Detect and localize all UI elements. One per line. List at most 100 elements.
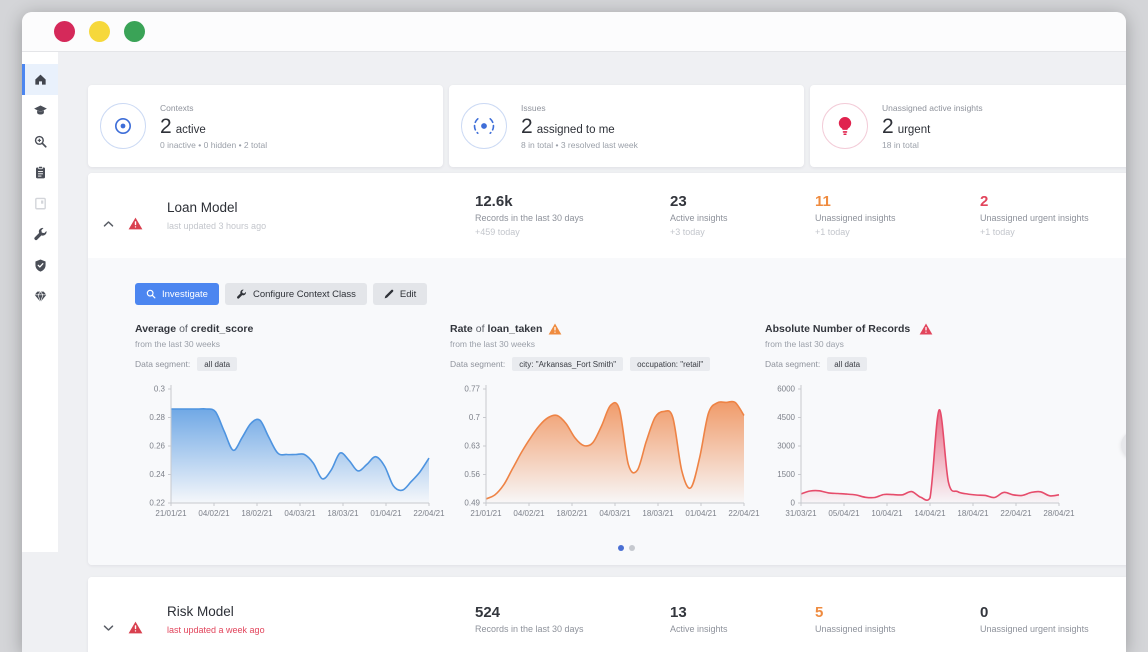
data-segment-row: Data segment: city: "Arkansas_Fort Smith…: [450, 357, 750, 371]
svg-text:0.26: 0.26: [149, 442, 165, 451]
model-updated: last updated 3 hours ago: [167, 221, 266, 231]
chart-subtitle: from the last 30 weeks: [135, 339, 435, 349]
summary-cards-row: Contexts 2active 0 inactive • 0 hidden •…: [88, 85, 1126, 167]
chart-subtitle: from the last 30 days: [765, 339, 1065, 349]
svg-text:31/03/21: 31/03/21: [785, 509, 817, 518]
card-value: 2assigned to me: [521, 116, 638, 137]
collapse-chevron-up[interactable]: [103, 215, 114, 233]
segment-chip[interactable]: all data: [827, 357, 867, 371]
contexts-card[interactable]: Contexts 2active 0 inactive • 0 hidden •…: [88, 85, 443, 167]
svg-text:05/04/21: 05/04/21: [828, 509, 860, 518]
edit-button[interactable]: Edit: [373, 283, 427, 305]
svg-text:0.3: 0.3: [154, 385, 166, 394]
svg-text:0.22: 0.22: [149, 499, 165, 508]
pagination-dot[interactable]: [618, 545, 624, 551]
svg-text:01/04/21: 01/04/21: [685, 509, 717, 518]
records-stat: 12.6k Records in the last 30 days +459 t…: [475, 194, 670, 237]
svg-text:1500: 1500: [777, 470, 795, 479]
data-segment-row: Data segment: all data: [135, 357, 435, 371]
svg-text:21/01/21: 21/01/21: [155, 509, 187, 518]
issues-card[interactable]: Issues 2assigned to me 8 in total • 3 re…: [449, 85, 804, 167]
sidebar: [22, 52, 58, 552]
svg-text:18/02/21: 18/02/21: [241, 509, 273, 518]
chart-title: Average of credit_score: [135, 323, 435, 335]
sidebar-item-security[interactable]: [22, 250, 58, 281]
search-plus-icon: [33, 134, 48, 149]
configure-context-class-button[interactable]: Configure Context Class: [225, 283, 367, 305]
card-value: 2urgent: [882, 116, 983, 137]
svg-text:22/04/21: 22/04/21: [728, 509, 760, 518]
chart-title: Rate of loan_taken: [450, 323, 750, 335]
sidebar-item-home[interactable]: [22, 64, 58, 95]
target-icon: [100, 103, 146, 149]
wrench-icon: [33, 227, 48, 242]
card-subtext: 0 inactive • 0 hidden • 2 total: [160, 140, 267, 150]
risk-model-header: Risk Model last updated a week ago 524 R…: [88, 577, 1126, 652]
active-insights-stat: 23 Active insights +3 today: [670, 194, 815, 237]
close-window-button[interactable]: [54, 21, 75, 42]
actions-row: Investigate Configure Context Class Edit: [88, 283, 1126, 305]
svg-text:0.63: 0.63: [464, 442, 480, 451]
maximize-window-button[interactable]: [124, 21, 145, 42]
app-window: Contexts 2active 0 inactive • 0 hidden •…: [22, 12, 1126, 652]
sidebar-item-explore[interactable]: [22, 126, 58, 157]
wrench-icon: [236, 289, 247, 300]
svg-text:01/04/21: 01/04/21: [370, 509, 402, 518]
library-icon: [33, 196, 48, 211]
records-stat: 524 Records in the last 30 days: [475, 605, 670, 634]
loan-model-section: Loan Model last updated 3 hours ago 12.6…: [88, 173, 1126, 565]
data-segment-label: Data segment:: [765, 359, 820, 369]
charts-row: Average of credit_score from the last 30…: [88, 305, 1126, 529]
data-segment-label: Data segment:: [450, 359, 505, 369]
sidebar-item-learning[interactable]: [22, 95, 58, 126]
issue-icon: [461, 103, 507, 149]
svg-text:0.49: 0.49: [464, 499, 480, 508]
bulb-icon: [822, 103, 868, 149]
data-segment-label: Data segment:: [135, 359, 190, 369]
sidebar-item-quality[interactable]: [22, 281, 58, 312]
minimize-window-button[interactable]: [89, 21, 110, 42]
segment-chip[interactable]: city: "Arkansas_Fort Smith": [512, 357, 623, 371]
svg-text:21/01/21: 21/01/21: [470, 509, 502, 518]
segment-chip[interactable]: occupation: "retail": [630, 357, 710, 371]
svg-text:28/04/21: 28/04/21: [1043, 509, 1075, 518]
svg-text:14/04/21: 14/04/21: [914, 509, 946, 518]
loan-taken-chart-block: Rate of loan_taken from the last 30 week…: [450, 323, 750, 529]
svg-text:10/04/21: 10/04/21: [871, 509, 903, 518]
loan-model-body: Investigate Configure Context Class Edit: [88, 258, 1126, 565]
svg-text:0.77: 0.77: [464, 385, 480, 394]
window-titlebar: [22, 12, 1126, 52]
warning-icon: [128, 621, 143, 634]
unassigned-insights-stat: 11 Unassigned insights +1 today: [815, 194, 980, 237]
segment-chip[interactable]: all data: [197, 357, 237, 371]
model-title: Loan Model: [167, 200, 266, 215]
svg-text:04/03/21: 04/03/21: [284, 509, 316, 518]
unassigned-insights-card[interactable]: Unassigned active insights 2urgent 18 in…: [810, 85, 1126, 167]
sidebar-item-tools[interactable]: [22, 219, 58, 250]
warning-icon: [128, 217, 143, 230]
search-icon: [146, 289, 156, 299]
shield-check-icon: [33, 258, 48, 273]
svg-text:22/04/21: 22/04/21: [1000, 509, 1032, 518]
warning-icon: [919, 323, 933, 335]
card-label: Contexts: [160, 103, 267, 113]
svg-text:0.7: 0.7: [469, 413, 481, 422]
card-label: Unassigned active insights: [882, 103, 983, 113]
card-label: Issues: [521, 103, 638, 113]
svg-text:04/02/21: 04/02/21: [513, 509, 545, 518]
sidebar-item-reports[interactable]: [22, 157, 58, 188]
svg-text:0.24: 0.24: [149, 470, 165, 479]
svg-text:18/04/21: 18/04/21: [957, 509, 989, 518]
clipboard-icon: [33, 165, 48, 180]
svg-text:18/02/21: 18/02/21: [556, 509, 588, 518]
pencil-icon: [384, 289, 394, 299]
investigate-button[interactable]: Investigate: [135, 283, 219, 305]
loan-taken-chart: 0.770.70.630.560.4921/01/2104/02/2118/02…: [450, 379, 750, 529]
svg-text:6000: 6000: [777, 385, 795, 394]
card-subtext: 18 in total: [882, 140, 983, 150]
svg-text:0: 0: [791, 499, 796, 508]
svg-text:04/03/21: 04/03/21: [599, 509, 631, 518]
loan-model-header: Loan Model last updated 3 hours ago 12.6…: [88, 173, 1126, 258]
card-value: 2active: [160, 116, 267, 137]
pagination-dot[interactable]: [629, 545, 635, 551]
